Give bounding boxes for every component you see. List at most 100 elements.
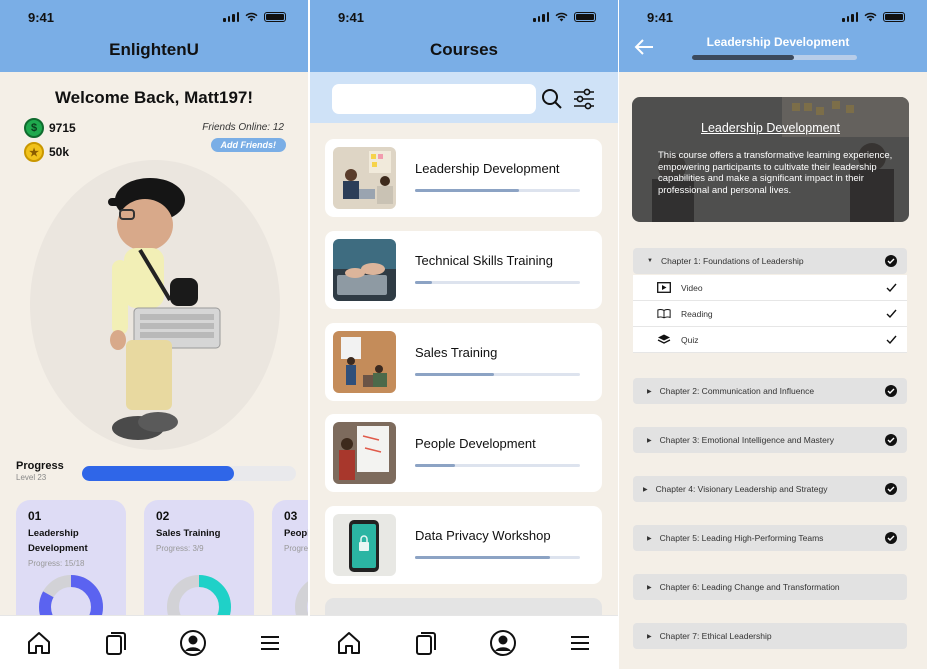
chapter-3[interactable]: ▶ Chapter 3: Emotional Intelligence and … bbox=[633, 427, 907, 453]
course-progress-bar bbox=[415, 189, 580, 192]
menu-icon bbox=[570, 635, 589, 650]
signal-icon bbox=[223, 12, 239, 22]
course-item-sales[interactable]: Sales Training bbox=[325, 323, 602, 401]
menu-icon bbox=[260, 635, 279, 650]
home-tab[interactable] bbox=[21, 625, 57, 661]
courses-tab[interactable] bbox=[98, 625, 134, 661]
status-time: 9:41 bbox=[338, 9, 365, 25]
chapter-label: Chapter 6: Leading Change and Transforma… bbox=[659, 582, 840, 592]
chapter-label: Chapter 3: Emotional Intelligence and Ma… bbox=[659, 435, 834, 445]
friends-online: Friends Online: 12 bbox=[202, 122, 284, 133]
progress-label: Progress bbox=[16, 460, 64, 472]
chapter-label: Chapter 4: Visionary Leadership and Stra… bbox=[655, 484, 828, 494]
play-icon bbox=[657, 282, 671, 293]
status-time: 9:41 bbox=[647, 9, 674, 25]
home-tab[interactable] bbox=[331, 625, 367, 661]
course-progress-fill bbox=[415, 556, 551, 559]
home-icon bbox=[27, 631, 50, 654]
completed-check-icon bbox=[885, 483, 897, 495]
status-bar: 9:41 bbox=[310, 0, 618, 34]
course-name: People Development bbox=[415, 436, 536, 451]
course-card-1[interactable]: 01 Leadership Development Progress: 15/1… bbox=[16, 500, 126, 639]
course-hero-banner: Leadership Development This course offer… bbox=[632, 97, 909, 222]
chapter-label: Chapter 7: Ethical Leadership bbox=[659, 631, 772, 641]
course-card-3[interactable]: 03 People Development Progress bbox=[272, 500, 308, 639]
lesson-reading[interactable]: Reading bbox=[633, 301, 907, 327]
chapter-4[interactable]: ▶ Chapter 4: Visionary Leadership and St… bbox=[633, 476, 907, 502]
lesson-video[interactable]: Video bbox=[633, 275, 907, 301]
caret-down-icon: ▼ bbox=[647, 258, 653, 264]
search-input[interactable] bbox=[332, 84, 536, 114]
course-item-technical[interactable]: Technical Skills Training bbox=[325, 231, 602, 309]
level-label: Level 23 bbox=[16, 473, 47, 482]
hero-description: This course offers a transformative lear… bbox=[658, 150, 893, 196]
profile-icon bbox=[179, 629, 206, 656]
chapter-1[interactable]: ▼ Chapter 1: Foundations of Leadership bbox=[633, 248, 907, 274]
caret-right-icon: ▶ bbox=[647, 535, 652, 542]
course-card-progress: Progress bbox=[284, 544, 308, 553]
course-item-leadership[interactable]: Leadership Development bbox=[325, 139, 602, 217]
course-progress-fill bbox=[415, 464, 455, 467]
filter-icon[interactable] bbox=[572, 88, 596, 110]
profile-icon bbox=[489, 629, 516, 656]
menu-tab[interactable] bbox=[252, 625, 288, 661]
chapter-label: Chapter 5: Leading High-Performing Teams bbox=[659, 533, 824, 543]
chapter-label: Chapter 1: Foundations of Leadership bbox=[660, 256, 804, 266]
hero-title: Leadership Development bbox=[701, 121, 840, 135]
add-friends-button[interactable]: Add Friends! bbox=[210, 138, 286, 152]
tab-bar bbox=[310, 615, 618, 669]
course-item-data-privacy[interactable]: Data Privacy Workshop bbox=[325, 506, 602, 584]
course-name: Data Privacy Workshop bbox=[415, 528, 551, 543]
course-card-2[interactable]: 02 Sales Training Progress: 3/9 bbox=[144, 500, 254, 639]
course-thumbnail bbox=[333, 239, 396, 301]
status-bar: 9:41 bbox=[619, 0, 927, 34]
course-progress-fill bbox=[415, 373, 495, 376]
menu-tab[interactable] bbox=[562, 625, 598, 661]
course-progress-bar bbox=[415, 556, 580, 559]
course-progress-bar bbox=[415, 464, 580, 467]
cards-icon bbox=[415, 631, 436, 655]
course-name: Leadership Development bbox=[415, 161, 560, 176]
coins-value: 9715 bbox=[49, 121, 76, 135]
course-name: Sales Training bbox=[415, 345, 498, 360]
course-progress-fill bbox=[415, 281, 432, 284]
book-icon bbox=[657, 308, 671, 319]
lesson-label: Quiz bbox=[681, 334, 699, 345]
dollar-coin-icon: $ bbox=[24, 118, 44, 138]
page-title: Courses bbox=[429, 40, 499, 59]
screens: EnlightenU 9:41 Welcome Back, Matt197! $… bbox=[0, 0, 927, 669]
coins-balance: $ 9715 bbox=[24, 118, 76, 138]
course-progress-bar bbox=[415, 281, 580, 284]
chapter-7[interactable]: ▶ Chapter 7: Ethical Leadership bbox=[633, 623, 907, 649]
caret-right-icon: ▶ bbox=[643, 486, 648, 493]
wifi-icon bbox=[245, 12, 258, 22]
wifi-icon bbox=[864, 12, 877, 22]
course-detail-screen: Leadership Development 9:41 Leadership D… bbox=[619, 0, 927, 669]
chapter-5[interactable]: ▶ Chapter 5: Leading High-Performing Tea… bbox=[633, 525, 907, 551]
caret-right-icon: ▶ bbox=[647, 388, 652, 395]
status-time: 9:41 bbox=[28, 9, 55, 25]
tab-bar bbox=[0, 615, 308, 669]
signal-icon bbox=[842, 12, 858, 22]
profile-tab[interactable] bbox=[485, 625, 521, 661]
layers-icon bbox=[657, 334, 671, 345]
course-progress-bar bbox=[692, 55, 857, 60]
lesson-quiz[interactable]: Quiz bbox=[633, 327, 907, 353]
course-thumbnail bbox=[333, 422, 396, 484]
caret-right-icon: ▶ bbox=[647, 437, 652, 444]
course-card-number: 02 bbox=[156, 509, 170, 523]
course-item-people[interactable]: People Development bbox=[325, 414, 602, 492]
chapter-6[interactable]: ▶ Chapter 6: Leading Change and Transfor… bbox=[633, 574, 907, 600]
course-card-name: Sales Training bbox=[156, 528, 221, 539]
course-name: Technical Skills Training bbox=[415, 253, 554, 268]
course-thumbnail bbox=[333, 147, 396, 209]
search-icon[interactable] bbox=[541, 88, 563, 110]
check-icon bbox=[886, 309, 897, 319]
chapter-2[interactable]: ▶ Chapter 2: Communication and Influence bbox=[633, 378, 907, 404]
lesson-label: Reading bbox=[681, 308, 713, 319]
profile-tab[interactable] bbox=[175, 625, 211, 661]
cards-icon bbox=[105, 631, 126, 655]
app-title: EnlightenU bbox=[109, 40, 199, 59]
courses-tab[interactable] bbox=[408, 625, 444, 661]
avatar-character[interactable] bbox=[90, 170, 230, 450]
